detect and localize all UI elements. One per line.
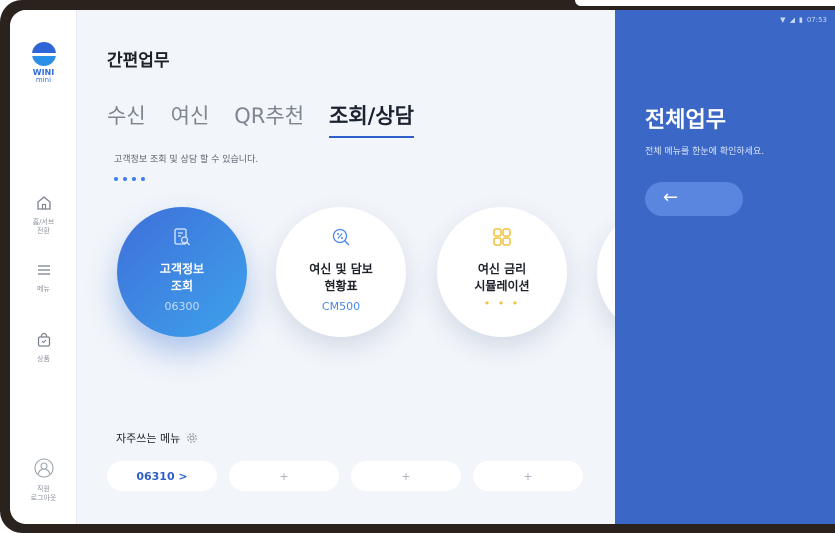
- panel-title: 전체업무: [645, 108, 726, 133]
- sidebar-item-home[interactable]: 홈/서브 전환: [10, 195, 77, 236]
- status-time: 07:53: [806, 16, 827, 24]
- sidebar-item-logout[interactable]: 직원 로그아웃: [10, 458, 77, 503]
- tab-inquiry-consult[interactable]: 조회/상담: [329, 100, 414, 138]
- favorites-header: 자주쓰는 메뉴: [116, 430, 198, 446]
- card-title: 고객정보 조회: [159, 262, 205, 293]
- tab-qr-recommend[interactable]: QR추천: [234, 100, 304, 138]
- panel-subtitle: 전체 메뉴를 한눈에 확인하세요.: [645, 147, 765, 157]
- card-title: 여신 금리 시뮬레이션: [474, 262, 530, 293]
- search-doc-icon: [174, 228, 190, 246]
- brand-mark-icon: [31, 42, 56, 66]
- device-frame: WINI mini 홈/서브 전환 메뉴 상품 직원 로그아웃 간편업무 수신 …: [0, 0, 835, 533]
- gear-icon[interactable]: [186, 432, 198, 444]
- hamburger-menu-icon: [37, 265, 50, 275]
- favorites-title: 자주쓰는 메뉴: [116, 432, 181, 445]
- page-dot: [123, 177, 127, 181]
- shopping-bag-icon: [37, 332, 50, 347]
- sidebar-item-product[interactable]: 상품: [10, 332, 77, 364]
- favorite-slot-06310[interactable]: 06310 >: [107, 461, 217, 491]
- favorite-add-button[interactable]: +: [229, 461, 339, 491]
- card-code: 06300: [164, 300, 200, 313]
- all-tasks-panel: ▼ ◢ ▮ 07:53 전체업무 전체 메뉴를 한눈에 확인하세요. ←: [615, 10, 835, 524]
- tab-loan[interactable]: 여신: [171, 100, 210, 138]
- card-loan-collateral-status[interactable]: 여신 및 담보 현황표 CM500: [276, 207, 406, 337]
- sidebar-item-label: 메뉴: [37, 285, 50, 293]
- sidebar: WINI mini 홈/서브 전환 메뉴 상품 직원 로그아웃: [10, 10, 77, 524]
- screen: WINI mini 홈/서브 전환 메뉴 상품 직원 로그아웃 간편업무 수신 …: [10, 10, 835, 524]
- favorite-add-button[interactable]: +: [351, 461, 461, 491]
- device-notch: [575, 0, 835, 6]
- wifi-icon: ▼: [780, 16, 786, 24]
- page-title: 간편업무: [107, 51, 170, 71]
- category-tabs: 수신 여신 QR추천 조회/상담: [107, 100, 439, 138]
- card-title: 여신 및 담보 현황표: [309, 262, 373, 293]
- main-content: 간편업무 수신 여신 QR추천 조회/상담 고객정보 조회 및 상담 할 수 있…: [77, 10, 727, 524]
- signal-icon: ◢: [789, 16, 795, 24]
- home-icon: [36, 196, 51, 210]
- sidebar-item-menu[interactable]: 메뉴: [10, 262, 77, 294]
- sidebar-item-label: 홈/서브 전환: [32, 218, 55, 235]
- tab-deposit[interactable]: 수신: [107, 100, 146, 138]
- favorites-list: 06310 > + + +: [107, 461, 583, 491]
- percent-search-icon: [332, 228, 350, 246]
- page-dot: [141, 177, 145, 181]
- tab-description: 고객정보 조회 및 상담 할 수 있습니다.: [114, 155, 259, 165]
- back-button[interactable]: ←: [645, 182, 743, 216]
- status-bar: ▼ ◢ ▮ 07:53: [780, 16, 827, 24]
- brand-logo[interactable]: WINI mini: [10, 42, 77, 84]
- brand-sub: mini: [35, 76, 52, 84]
- card-loan-rate-simulation[interactable]: 여신 금리 시뮬레이션 • • •: [437, 207, 567, 337]
- grid-apps-icon: [493, 228, 511, 246]
- favorite-add-button[interactable]: +: [473, 461, 583, 491]
- card-code: CM500: [321, 300, 361, 313]
- page-dot: [132, 177, 136, 181]
- sidebar-item-label: 직원 로그아웃: [30, 485, 57, 502]
- user-avatar-icon: [33, 458, 54, 478]
- page-dot: [114, 177, 118, 181]
- card-more-dots: • • •: [483, 297, 521, 310]
- page-indicator: [114, 177, 145, 181]
- card-customer-info-inquiry[interactable]: 고객정보 조회 06300: [117, 207, 247, 337]
- battery-icon: ▮: [798, 16, 803, 24]
- sidebar-item-label: 상품: [37, 355, 50, 363]
